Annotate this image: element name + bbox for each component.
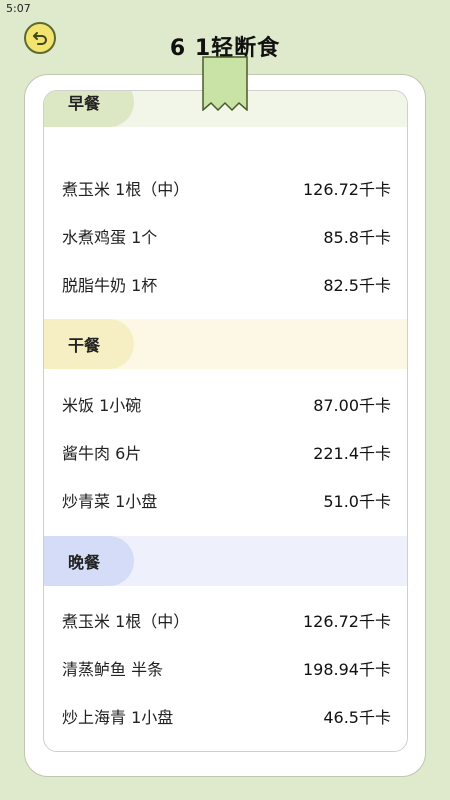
food-name: 水煮鸡蛋 1个 bbox=[62, 228, 158, 247]
food-calories: 198.94千卡 bbox=[303, 660, 391, 679]
section-label: 干餐 bbox=[44, 319, 134, 369]
food-name: 炒上海青 1小盘 bbox=[62, 708, 174, 727]
food-row[interactable]: 水煮鸡蛋 1个 85.8千卡 bbox=[44, 212, 407, 260]
food-row[interactable]: 清蒸鲈鱼 半条 198.94千卡 bbox=[44, 644, 407, 692]
food-row[interactable]: 酱牛肉 6片 221.4千卡 bbox=[44, 428, 407, 476]
food-name: 米饭 1小碗 bbox=[62, 396, 142, 415]
food-name: 脱脂牛奶 1杯 bbox=[62, 276, 158, 295]
food-name: 酱牛肉 6片 bbox=[62, 444, 142, 463]
section-label: 早餐 bbox=[44, 91, 134, 127]
bookmark-ribbon-icon bbox=[202, 56, 248, 111]
food-name: 煮玉米 1根（中） bbox=[62, 180, 190, 199]
meal-list: 早餐 煮玉米 1根（中） 126.72千卡 水煮鸡蛋 1个 85.8千卡 脱脂牛… bbox=[43, 90, 408, 752]
section-dinner-header: 晚餐 bbox=[44, 536, 407, 586]
food-calories: 126.72千卡 bbox=[303, 180, 391, 199]
status-time: 5:07 bbox=[6, 2, 31, 15]
food-row[interactable]: 米饭 1小碗 87.00千卡 bbox=[44, 380, 407, 428]
food-row[interactable]: 脱脂牛奶 1杯 82.5千卡 bbox=[44, 260, 407, 308]
food-calories: 126.72千卡 bbox=[303, 612, 391, 631]
food-name: 煮玉米 1根（中） bbox=[62, 612, 190, 631]
section-lunch-header: 干餐 bbox=[44, 319, 407, 369]
food-row[interactable]: 炒上海青 1小盘 46.5千卡 bbox=[44, 692, 407, 740]
food-calories: 82.5千卡 bbox=[323, 276, 391, 295]
food-calories: 51.0千卡 bbox=[323, 492, 391, 511]
food-name: 清蒸鲈鱼 半条 bbox=[62, 660, 164, 679]
food-calories: 87.00千卡 bbox=[313, 396, 391, 415]
food-calories: 46.5千卡 bbox=[323, 708, 391, 727]
food-name: 炒青菜 1小盘 bbox=[62, 492, 158, 511]
section-label: 晚餐 bbox=[44, 536, 134, 586]
food-row[interactable]: 炒青菜 1小盘 51.0千卡 bbox=[44, 476, 407, 524]
food-row[interactable]: 煮玉米 1根（中） 126.72千卡 bbox=[44, 596, 407, 644]
food-calories: 221.4千卡 bbox=[313, 444, 391, 463]
food-row[interactable]: 煮玉米 1根（中） 126.72千卡 bbox=[44, 164, 407, 212]
food-calories: 85.8千卡 bbox=[323, 228, 391, 247]
